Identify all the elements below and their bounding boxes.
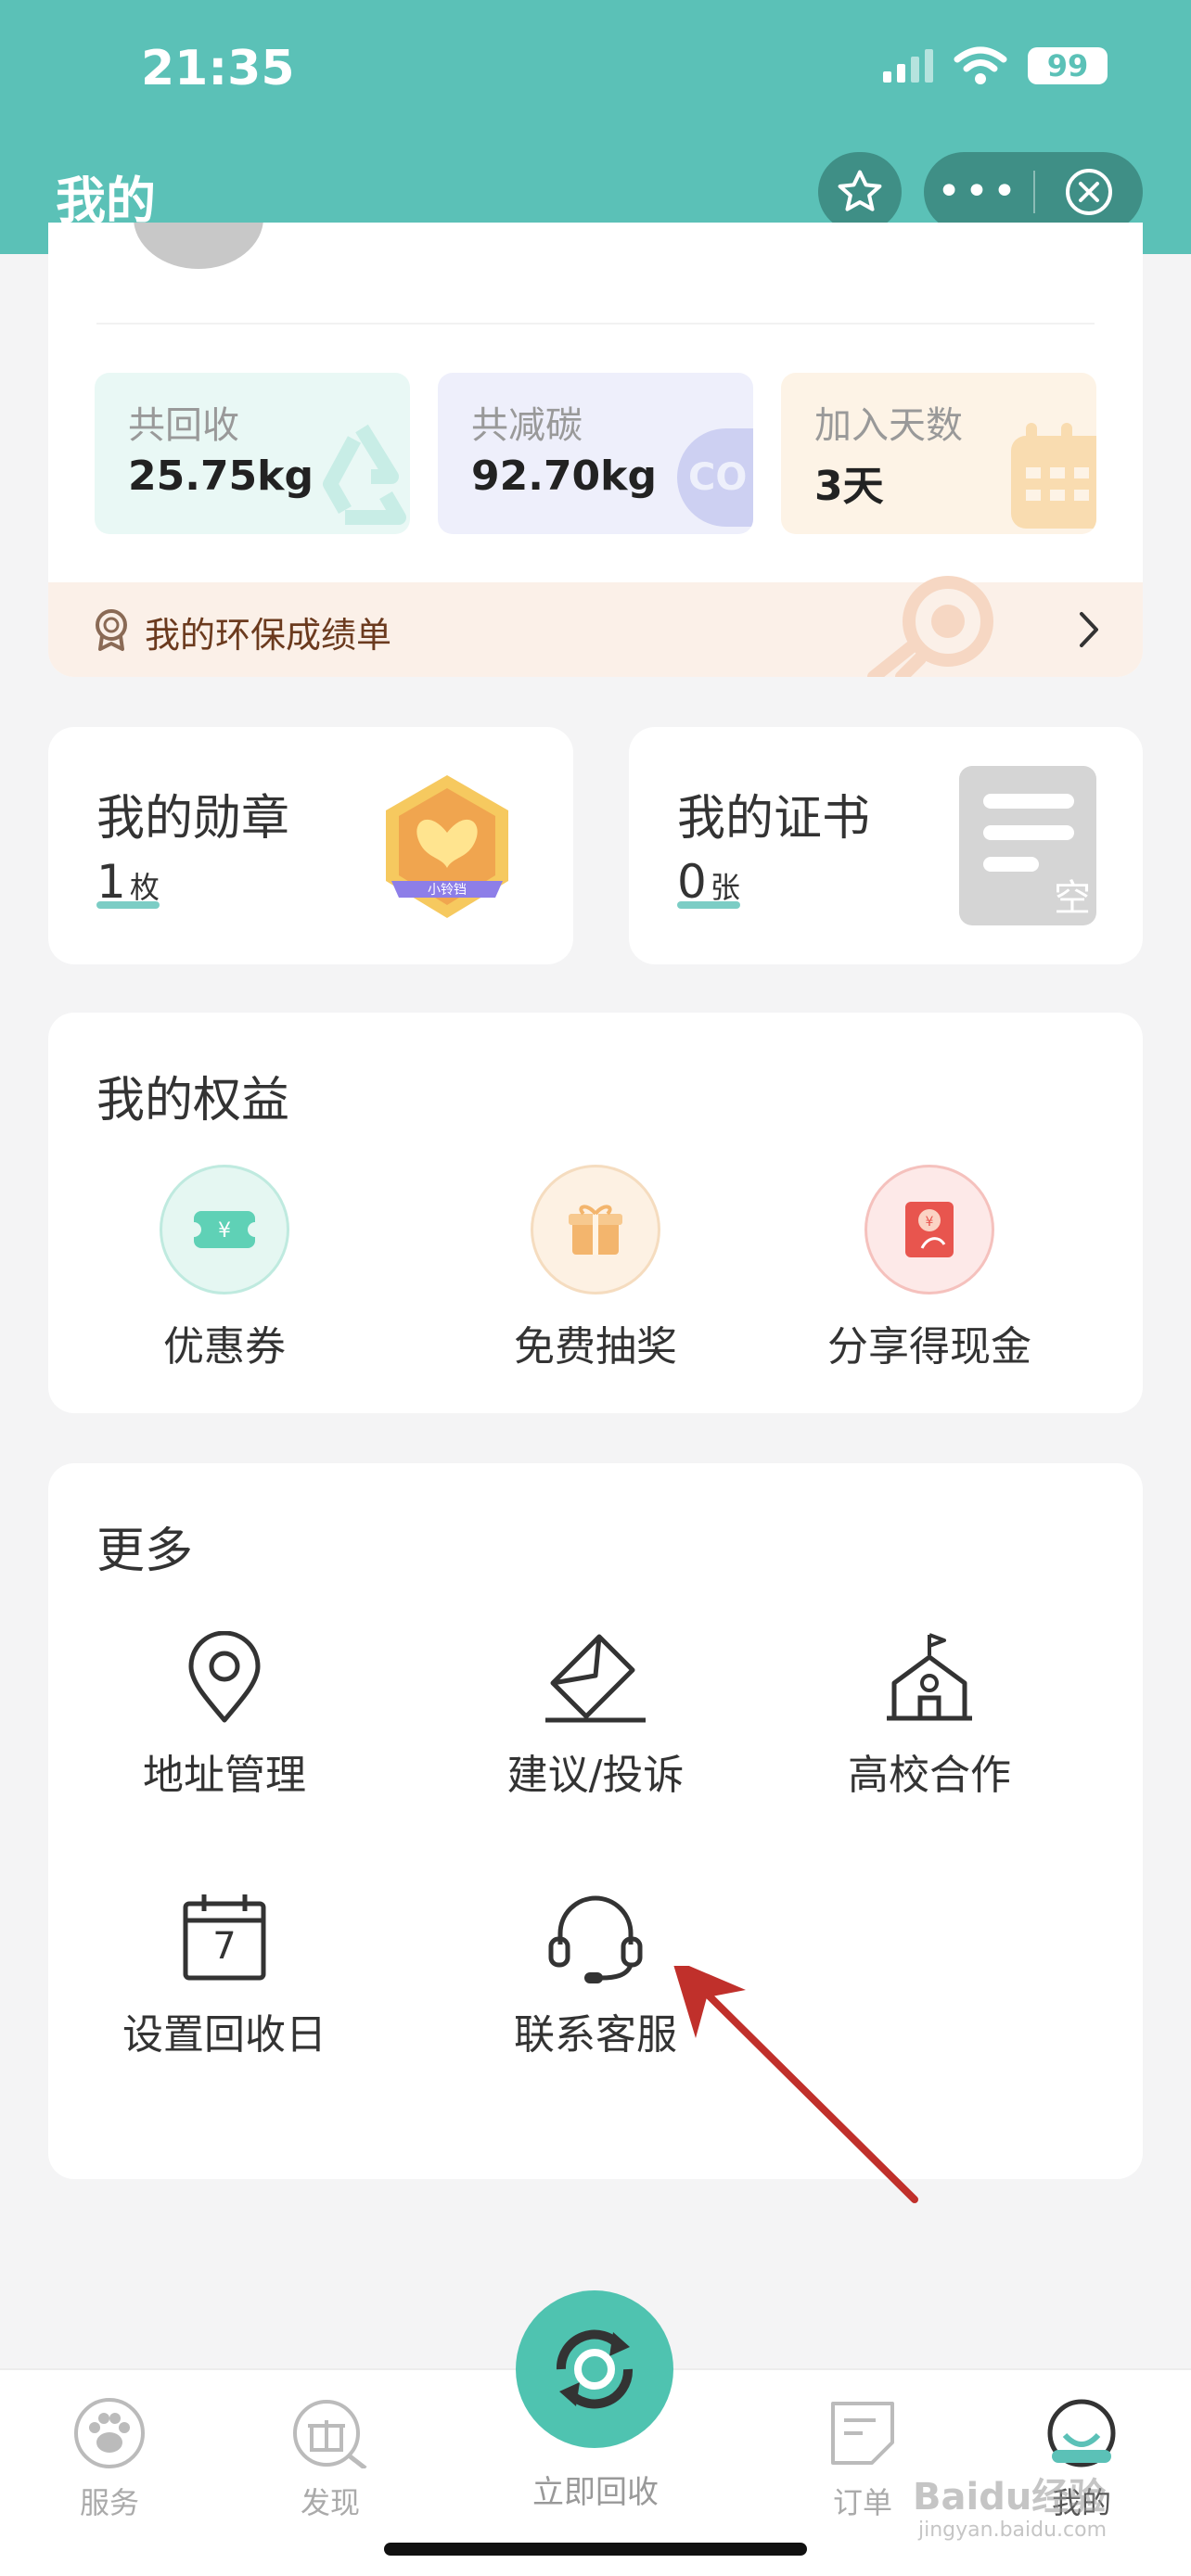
more-button[interactable]: ••• xyxy=(924,152,1033,232)
stat-days: 加入天数 3天 xyxy=(781,373,1096,534)
red-envelope-icon: ¥ xyxy=(864,1165,994,1294)
empty-label: 空 xyxy=(1054,877,1091,920)
certificate-placeholder-icon: 空 xyxy=(959,766,1096,925)
award-icon xyxy=(96,609,127,651)
avatar[interactable] xyxy=(134,223,263,269)
headset-icon xyxy=(540,1886,651,1988)
refresh-icon xyxy=(556,2329,634,2409)
medal-badge-icon: 小铃铛 xyxy=(386,775,508,918)
bottom-tab-bar: 服务 发现 立即回收 订单 我的 Baidu经验 jingyan.baidu.c… xyxy=(0,2290,1191,2576)
divider xyxy=(96,323,1095,325)
coupon-label: 优惠券 xyxy=(163,1323,286,1371)
signal-icon xyxy=(883,49,933,83)
svg-text:¥: ¥ xyxy=(218,1219,231,1243)
lottery-label: 免费抽奖 xyxy=(514,1323,677,1371)
battery-indicator: 99 xyxy=(1028,47,1108,84)
watermark-logo: Baidu经验 xyxy=(913,2476,1107,2519)
rights-title: 我的权益 xyxy=(96,1073,290,1129)
medals-count: 1枚 xyxy=(96,855,160,909)
my-rights-card: 我的权益 ¥ 优惠券 免费抽奖 ¥ 分享得现金 xyxy=(48,1013,1143,1413)
certificates-count-unit: 张 xyxy=(710,870,740,905)
mini-program-capsule: ••• xyxy=(924,152,1143,232)
coupon-item[interactable]: ¥ 优惠券 xyxy=(58,1165,391,1372)
achievement-report-row[interactable]: 我的环保成绩单 xyxy=(48,576,1143,677)
discover-gift-icon xyxy=(293,2400,367,2470)
home-indicator[interactable] xyxy=(384,2543,807,2556)
university-cooperation-item[interactable]: 高校合作 xyxy=(762,1626,1096,1801)
chevron-right-icon xyxy=(1080,612,1098,647)
profile-stats-card: 共回收 25.75kg 共减碳 92.70kg CO 加入天数 3天 我的环保成… xyxy=(48,223,1143,677)
envelope-pen-icon xyxy=(540,1626,651,1728)
lottery-item[interactable]: 免费抽奖 xyxy=(429,1165,762,1372)
set-recycle-day-item[interactable]: 7 设置回收日 xyxy=(58,1886,391,2060)
more-card: 更多 地址管理 建议/投诉 高校合作 7 设置回收日 联系客服 xyxy=(48,1463,1143,2179)
coupon-icon: ¥ xyxy=(160,1165,289,1294)
certificates-card[interactable]: 我的证书 0张 空 xyxy=(629,727,1143,964)
paw-icon xyxy=(74,2398,145,2468)
watermark-url: jingyan.baidu.com xyxy=(918,2519,1108,2542)
recycle-icon xyxy=(323,424,406,525)
calendar-icon xyxy=(1011,423,1096,529)
status-icons: 99 xyxy=(883,46,1108,85)
address-management-item[interactable]: 地址管理 xyxy=(58,1626,391,1801)
profile-smile-icon xyxy=(1047,2399,1116,2468)
status-time: 21:35 xyxy=(141,41,295,96)
set-recycle-day-label: 设置回收日 xyxy=(122,2011,327,2059)
rocket-decoration-icon xyxy=(867,576,993,677)
close-button[interactable] xyxy=(1035,166,1143,218)
stat-value: 3天 xyxy=(814,463,884,510)
feedback-label: 建议/投诉 xyxy=(506,1752,685,1799)
certificates-count: 0张 xyxy=(677,855,740,909)
school-icon xyxy=(874,1626,985,1728)
gift-icon xyxy=(531,1165,660,1294)
calendar-icon: 7 xyxy=(169,1886,280,1988)
cloud-icon: CO xyxy=(677,428,753,527)
medals-title: 我的勋章 xyxy=(96,791,290,847)
location-pin-icon xyxy=(169,1626,280,1728)
university-cooperation-label: 高校合作 xyxy=(848,1752,1011,1799)
badge-text: 小铃铛 xyxy=(428,883,467,898)
svg-text:¥: ¥ xyxy=(926,1215,934,1230)
address-management-label: 地址管理 xyxy=(143,1752,306,1799)
recycle-now-button[interactable] xyxy=(516,2290,673,2448)
annotation-arrow-icon xyxy=(673,1966,918,2203)
calendar-day-number: 7 xyxy=(212,1925,237,1968)
stat-recycled: 共回收 25.75kg xyxy=(95,373,410,534)
close-icon xyxy=(1066,169,1112,215)
more-title: 更多 xyxy=(96,1524,194,1579)
share-cash-label: 分享得现金 xyxy=(827,1323,1031,1371)
feedback-item[interactable]: 建议/投诉 xyxy=(429,1626,762,1801)
stat-carbon: 共减碳 92.70kg CO xyxy=(438,373,753,534)
achievement-label: 我的环保成绩单 xyxy=(145,615,392,656)
medals-card[interactable]: 我的勋章 1枚 小铃铛 xyxy=(48,727,573,964)
stat-label: 共回收 xyxy=(128,404,239,447)
certificates-title: 我的证书 xyxy=(677,791,871,847)
certificates-count-value: 0 xyxy=(677,855,707,909)
order-list-icon xyxy=(831,2402,894,2465)
wifi-icon xyxy=(954,46,1007,84)
medals-count-unit: 枚 xyxy=(129,870,160,905)
stat-value: 25.75kg xyxy=(128,453,314,500)
favorite-button[interactable] xyxy=(818,152,902,232)
star-icon xyxy=(838,170,882,211)
stat-label: 加入天数 xyxy=(814,404,963,447)
stat-value: 92.70kg xyxy=(471,453,657,500)
top-header: 21:35 99 我的 ••• xyxy=(0,0,1191,254)
share-cash-item[interactable]: ¥ 分享得现金 xyxy=(762,1165,1096,1372)
stat-label: 共减碳 xyxy=(471,404,583,447)
medals-count-value: 1 xyxy=(96,855,126,909)
